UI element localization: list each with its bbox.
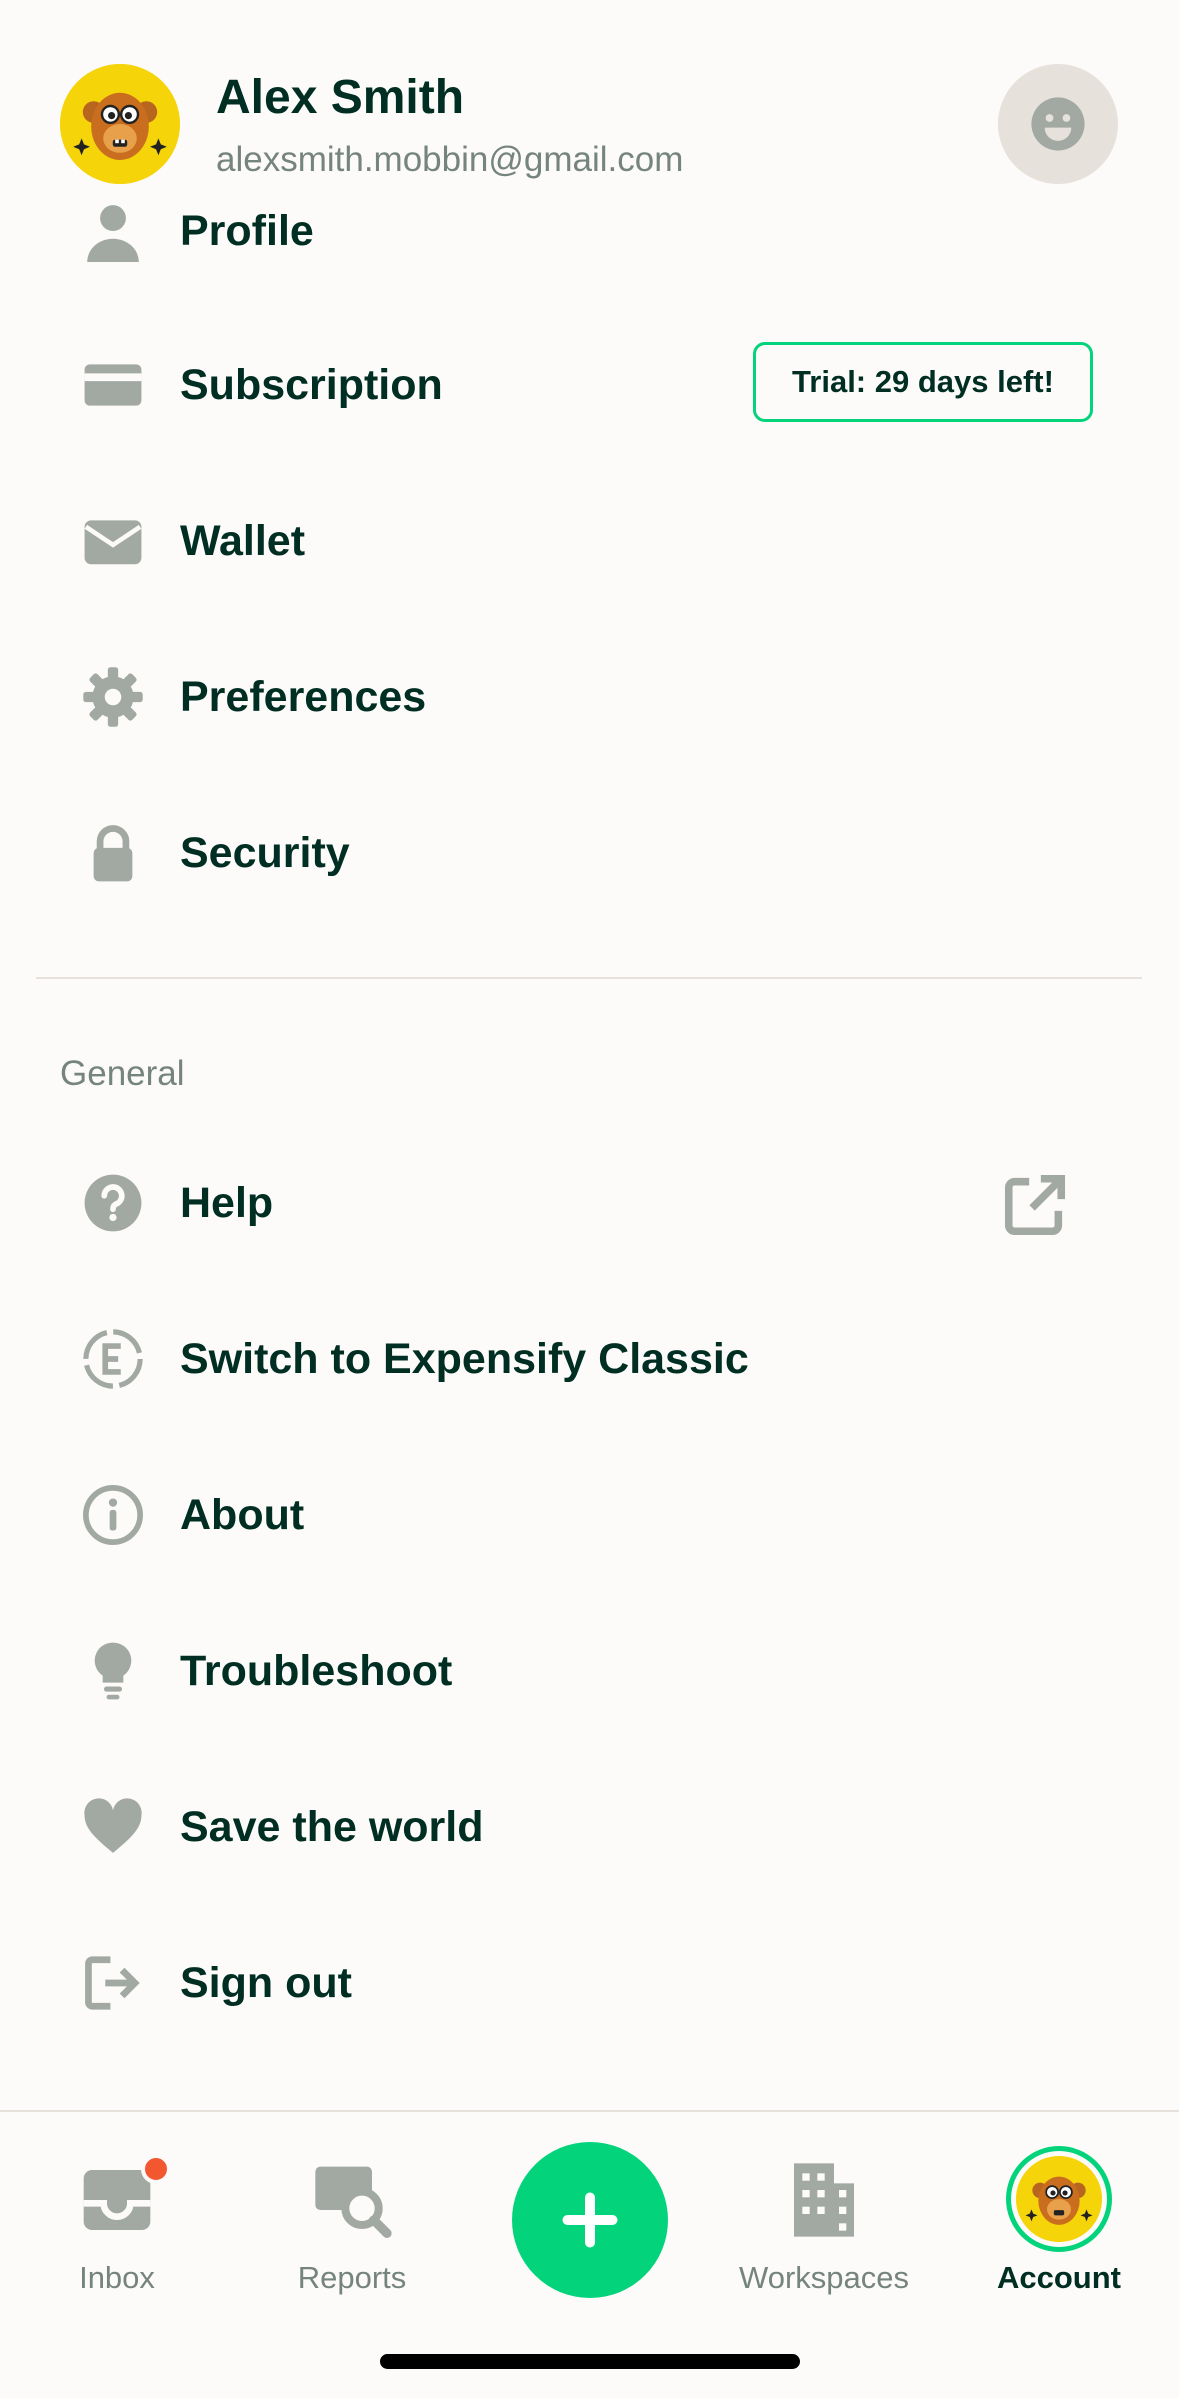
nav-inbox[interactable]: Inbox: [17, 2132, 217, 2302]
menu-item-switch-classic[interactable]: Switch to Expensify Classic: [0, 1304, 1179, 1414]
notification-badge: [141, 2154, 171, 2184]
menu-item-label: Help: [180, 1178, 274, 1227]
menu-item-label: Switch to Expensify Classic: [180, 1334, 749, 1383]
lock-icon: [78, 818, 148, 888]
sign-out-icon: [78, 1948, 148, 2018]
nav-label: Workspaces: [739, 2260, 909, 2295]
profile-header: Alex Smith alexsmith.mobbin@gmail.com: [0, 0, 1179, 200]
smiley-face-icon: [1031, 97, 1085, 151]
lightbulb-icon: [78, 1636, 148, 1706]
reports-search-icon: [312, 2160, 392, 2240]
menu-item-about[interactable]: About: [0, 1460, 1179, 1570]
info-icon: [78, 1480, 148, 1550]
menu-item-label: Sign out: [180, 1958, 352, 2007]
monkey-avatar-icon: [1016, 2156, 1102, 2242]
nav-label: Reports: [297, 2260, 407, 2295]
plus-icon: [562, 2192, 618, 2248]
nav-avatar: [1016, 2156, 1102, 2242]
menu-item-wallet[interactable]: Wallet: [0, 486, 1179, 596]
user-name: Alex Smith: [216, 71, 465, 124]
user-email: alexsmith.mobbin@gmail.com: [216, 140, 684, 179]
section-title-general: General: [60, 1054, 185, 1093]
expensify-e-icon: [78, 1324, 148, 1394]
menu-item-sign-out[interactable]: Sign out: [0, 1928, 1179, 2038]
menu-item-label: Preferences: [180, 672, 427, 721]
nav-label: Account: [997, 2260, 1121, 2295]
nav-avatar-ring: [1006, 2146, 1112, 2252]
nav-account[interactable]: Account: [959, 2132, 1159, 2302]
menu-item-security[interactable]: Security: [0, 798, 1179, 908]
nav-reports[interactable]: Reports: [252, 2132, 452, 2302]
menu-item-troubleshoot[interactable]: Troubleshoot: [0, 1616, 1179, 1726]
section-divider: [36, 977, 1142, 979]
monkey-avatar-icon: [60, 64, 180, 184]
status-button[interactable]: [998, 64, 1118, 184]
menu-item-preferences[interactable]: Preferences: [0, 642, 1179, 752]
gear-icon: [78, 662, 148, 732]
credit-card-icon: [78, 350, 148, 420]
menu-item-save-the-world[interactable]: Save the world: [0, 1772, 1179, 1882]
menu-item-label: Troubleshoot: [180, 1646, 453, 1695]
wallet-icon: [78, 506, 148, 576]
question-icon: [78, 1168, 148, 1238]
home-indicator: [380, 2354, 800, 2369]
building-icon: [784, 2160, 864, 2240]
heart-icon: [78, 1792, 148, 1862]
external-link-icon: [1000, 1170, 1070, 1240]
menu-item-label: Profile: [180, 206, 314, 255]
menu-item-label: Wallet: [180, 516, 306, 565]
menu-item-label: Save the world: [180, 1802, 484, 1851]
trial-badge: Trial: 29 days left!: [753, 342, 1093, 422]
user-avatar[interactable]: [60, 64, 180, 184]
person-icon: [78, 196, 148, 266]
nav-label: Inbox: [79, 2260, 155, 2295]
menu-item-label: Security: [180, 828, 350, 877]
menu-item-label: About: [180, 1490, 305, 1539]
create-button[interactable]: [512, 2142, 668, 2298]
nav-workspaces[interactable]: Workspaces: [724, 2132, 924, 2302]
menu-item-label: Subscription: [180, 360, 443, 409]
